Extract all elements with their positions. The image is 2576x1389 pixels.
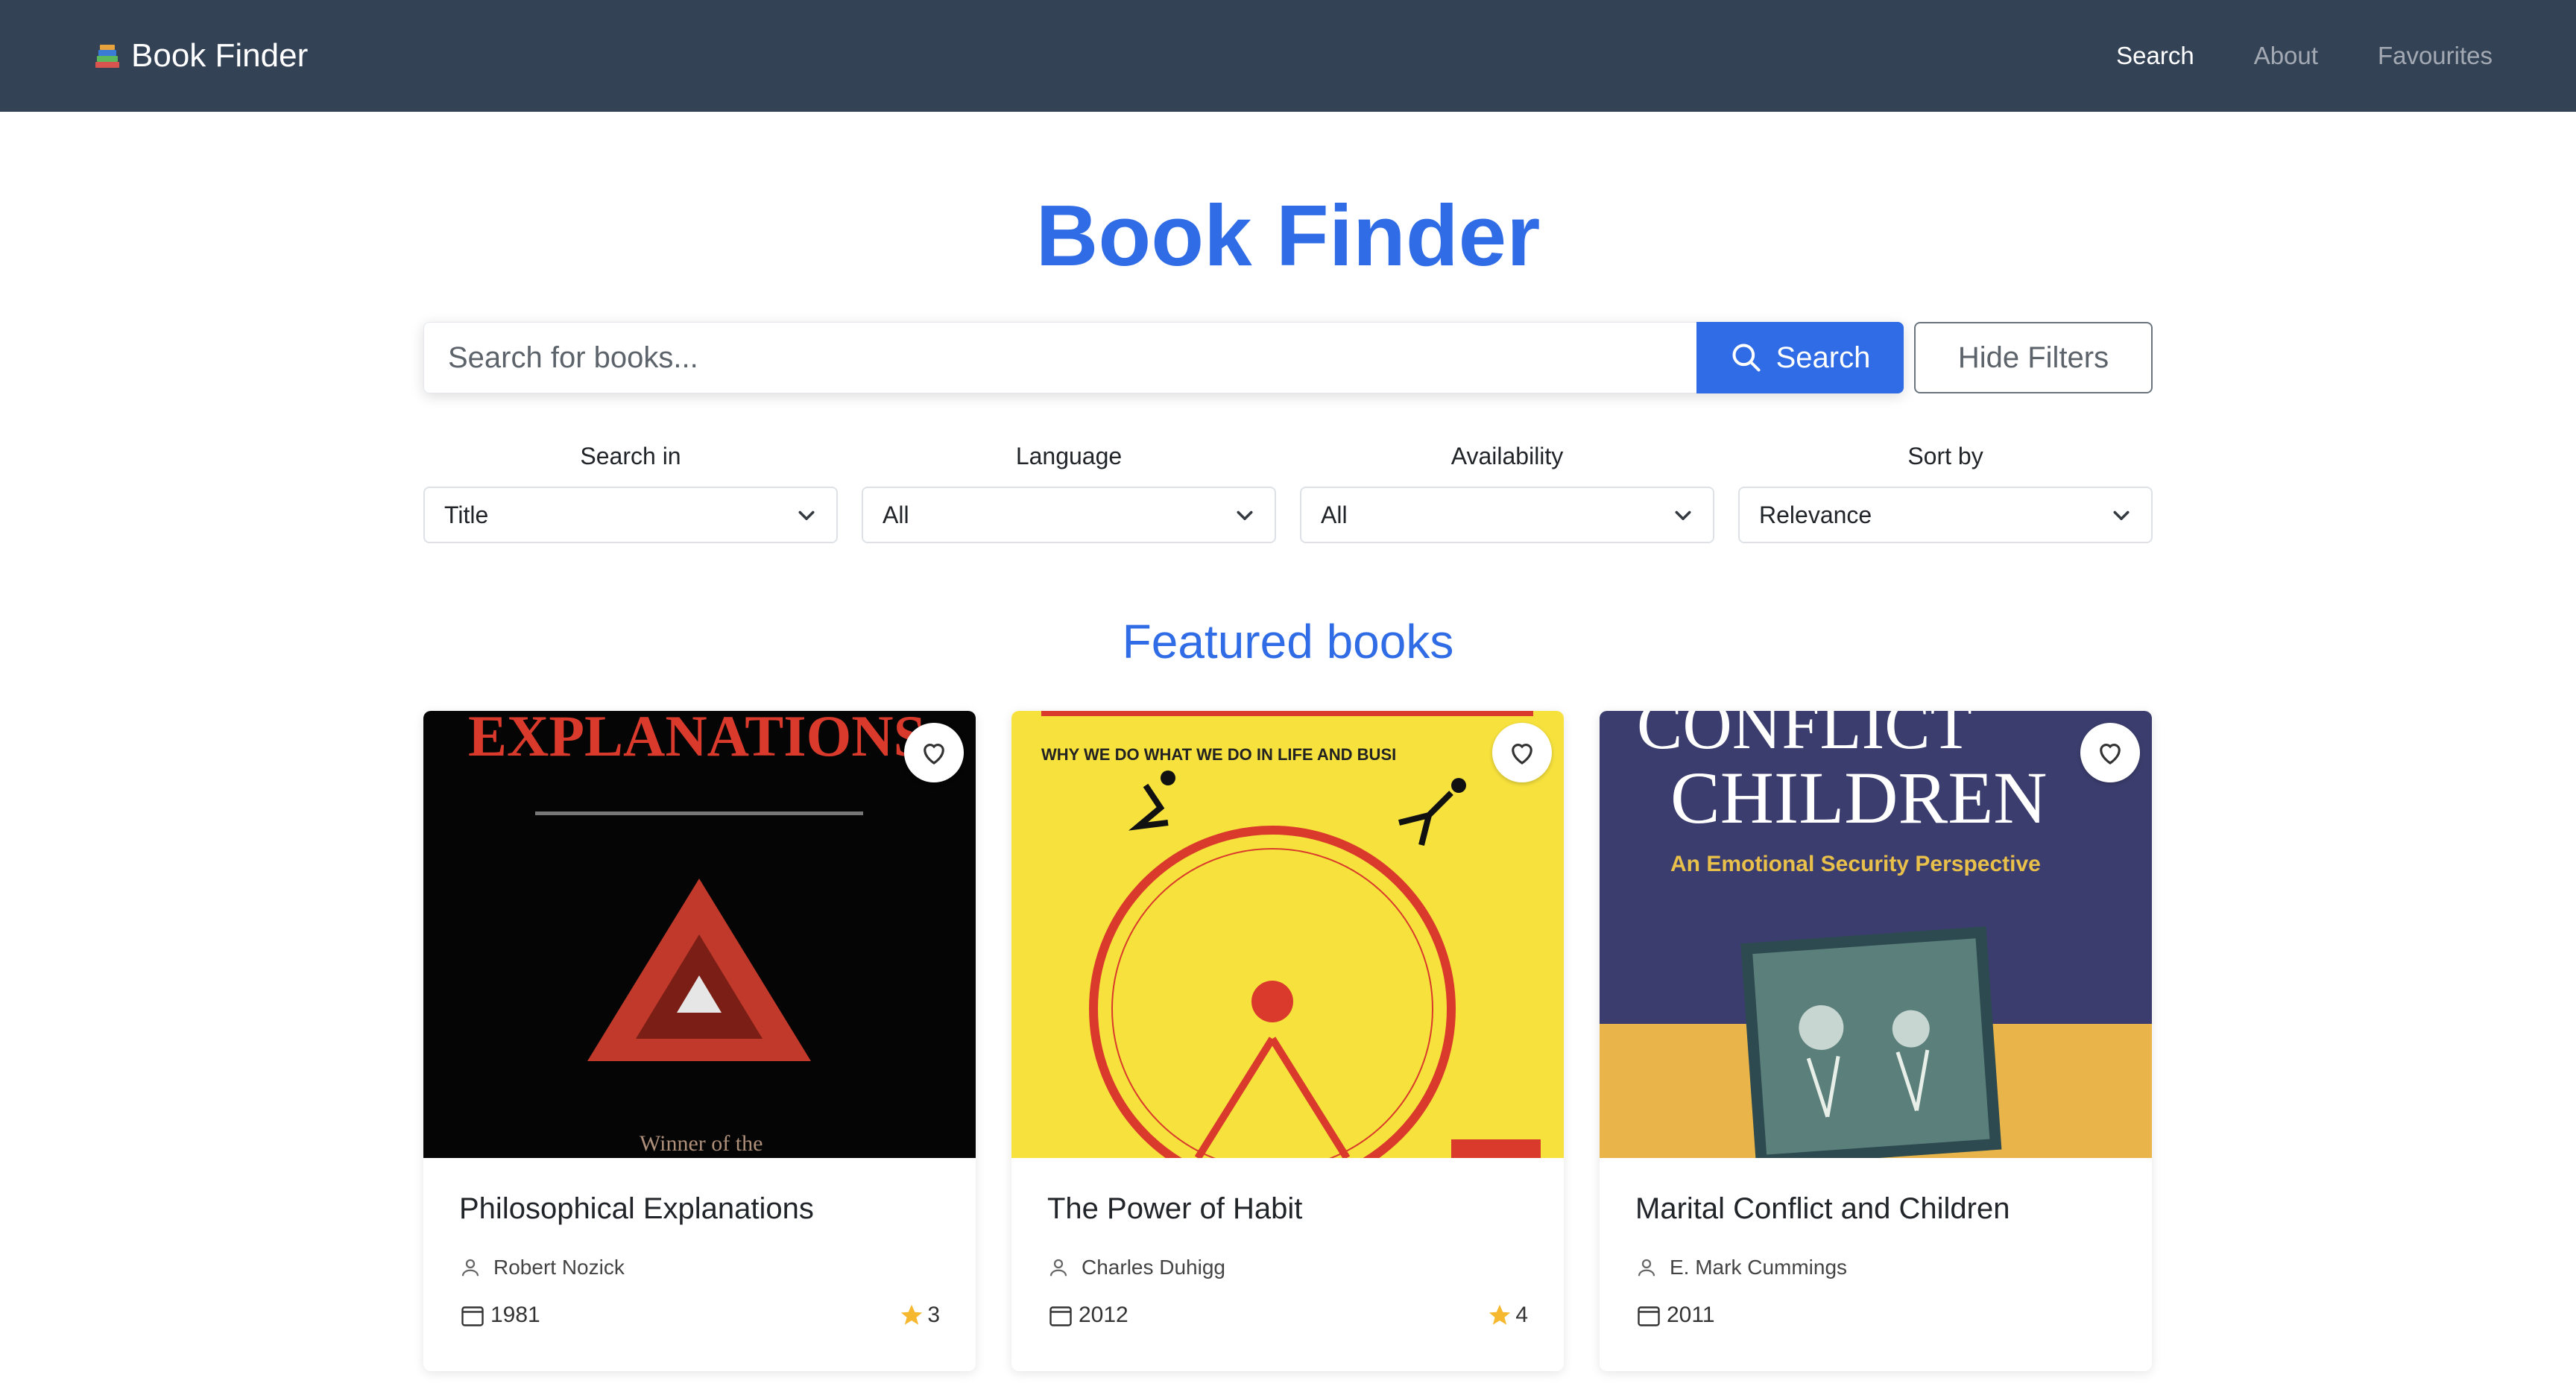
star-icon xyxy=(1489,1304,1511,1325)
favourite-button[interactable] xyxy=(1492,723,1552,782)
book-year: 1981 xyxy=(490,1303,540,1327)
filter-label: Search in xyxy=(580,443,681,469)
favourite-button[interactable] xyxy=(2080,723,2140,782)
cover-title-text-2: CHILDREN xyxy=(1670,756,2048,839)
page-title: Book Finder xyxy=(1035,187,1541,284)
book-card[interactable]: WHY WE DO WHAT WE DO IN LIFE AND BUSI Th… xyxy=(1011,711,1564,1371)
search-button[interactable]: Search xyxy=(1696,322,1904,393)
filter-label: Sort by xyxy=(1907,443,1983,469)
filter-label: Availability xyxy=(1450,443,1564,469)
search-in-select[interactable]: Title xyxy=(423,487,838,543)
book-card[interactable]: CONFLICT CHILDREN An Emotional Security … xyxy=(1600,711,2152,1371)
card-body: The Power of Habit Charles Duhigg 2012 4 xyxy=(1011,1158,1564,1329)
chevron-down-icon xyxy=(1237,510,1253,520)
nav-links: Search About Favourites xyxy=(2116,42,2493,70)
featured-title: Featured books xyxy=(1122,615,1454,668)
book-cover: EXPLANATIONS Winner of the xyxy=(423,711,976,1158)
book-meta: 1981 3 xyxy=(459,1302,940,1329)
cover-image: EXPLANATIONS Winner of the xyxy=(423,711,976,1158)
chevron-down-icon xyxy=(1675,510,1691,520)
select-value: All xyxy=(1321,501,1348,528)
nav-link-favourites[interactable]: Favourites xyxy=(2378,42,2493,70)
nav-link-about[interactable]: About xyxy=(2254,42,2318,70)
search-row: Search Hide Filters xyxy=(423,322,2153,393)
favourite-button[interactable] xyxy=(904,723,964,782)
calendar-icon xyxy=(461,1306,484,1326)
brand[interactable]: Book Finder xyxy=(92,39,308,72)
search-group: Search xyxy=(423,322,1904,393)
book-year: 2012 xyxy=(1079,1303,1128,1327)
cover-title-text: EXPLANATIONS xyxy=(468,711,926,768)
book-cards: EXPLANATIONS Winner of the Philosophical… xyxy=(423,711,2153,1371)
rating-value: 3 xyxy=(927,1303,940,1327)
brand-title: Book Finder xyxy=(131,37,309,74)
book-title: Philosophical Explanations xyxy=(459,1192,814,1225)
navbar: Book Finder Search About Favourites xyxy=(0,0,2576,112)
cover-image: WHY WE DO WHAT WE DO IN LIFE AND BUSI xyxy=(1011,711,1564,1158)
heart-icon xyxy=(1512,744,1532,765)
sort-by-select[interactable]: Relevance xyxy=(1738,487,2153,543)
heart-icon xyxy=(924,744,944,765)
book-card[interactable]: EXPLANATIONS Winner of the Philosophical… xyxy=(423,711,976,1371)
book-cover: CONFLICT CHILDREN An Emotional Security … xyxy=(1600,711,2152,1158)
availability-select[interactable]: All xyxy=(1300,487,1714,543)
book-title: The Power of Habit xyxy=(1047,1192,1303,1225)
book-year-row: 2011 xyxy=(1635,1302,1715,1329)
user-icon xyxy=(1049,1259,1067,1276)
cover-subtext: Winner of the xyxy=(640,1131,763,1156)
star-icon xyxy=(901,1304,923,1325)
book-year: 2011 xyxy=(1667,1303,1715,1327)
book-cover: WHY WE DO WHAT WE DO IN LIFE AND BUSI xyxy=(1011,711,1564,1158)
filter-availability: Availability All xyxy=(1300,443,1714,543)
filter-sort-by: Sort by Relevance xyxy=(1738,443,2153,543)
book-rating: 3 xyxy=(899,1303,940,1328)
book-rating: 4 xyxy=(1487,1303,1528,1328)
card-body: Marital Conflict and Children E. Mark Cu… xyxy=(1600,1158,2152,1329)
book-title: Marital Conflict and Children xyxy=(1635,1192,2010,1225)
user-icon xyxy=(1638,1259,1655,1276)
filters: Search in Title Language All Availabilit… xyxy=(423,443,2153,543)
search-input[interactable] xyxy=(423,322,1696,393)
user-icon xyxy=(461,1259,479,1276)
rating-value: 4 xyxy=(1515,1303,1528,1327)
cover-title-text: CONFLICT xyxy=(1637,711,1972,763)
book-year-row: 1981 xyxy=(459,1302,540,1329)
book-author: Robert Nozick xyxy=(493,1256,625,1279)
search-icon xyxy=(1732,344,1761,372)
select-value: Title xyxy=(444,501,489,528)
card-body: Philosophical Explanations Robert Nozick… xyxy=(423,1158,976,1329)
nav-link-search[interactable]: Search xyxy=(2116,42,2194,70)
hide-filters-button[interactable]: Hide Filters xyxy=(1914,322,2153,393)
book-author-row: Charles Duhigg xyxy=(1047,1256,1528,1279)
chevron-down-icon xyxy=(2113,510,2130,520)
search-button-label: Search xyxy=(1775,341,1871,374)
book-author: Charles Duhigg xyxy=(1082,1256,1225,1279)
books-icon xyxy=(95,45,119,68)
cover-image: CONFLICT CHILDREN An Emotional Security … xyxy=(1600,711,2152,1158)
cover-title-text: WHY WE DO WHAT WE DO IN LIFE AND BUSI xyxy=(1041,745,1396,764)
book-year-row: 2012 xyxy=(1047,1302,1128,1329)
chevron-down-icon xyxy=(798,510,815,520)
calendar-icon xyxy=(1638,1306,1660,1326)
heart-icon xyxy=(2100,744,2121,765)
select-value: All xyxy=(883,501,909,528)
filter-language: Language All xyxy=(862,443,1276,543)
filter-label: Language xyxy=(1015,443,1123,469)
book-meta: 2012 4 xyxy=(1047,1302,1528,1329)
calendar-icon xyxy=(1049,1306,1072,1326)
book-meta: 2011 xyxy=(1635,1302,2116,1329)
book-author: E. Mark Cummings xyxy=(1670,1256,1848,1279)
filter-search-in: Search in Title xyxy=(423,443,838,543)
language-select[interactable]: All xyxy=(862,487,1276,543)
cover-subtext: An Emotional Security Perspective xyxy=(1670,852,2041,876)
book-author-row: Robert Nozick xyxy=(459,1256,940,1279)
book-author-row: E. Mark Cummings xyxy=(1635,1256,2116,1279)
select-value: Relevance xyxy=(1759,501,1872,528)
